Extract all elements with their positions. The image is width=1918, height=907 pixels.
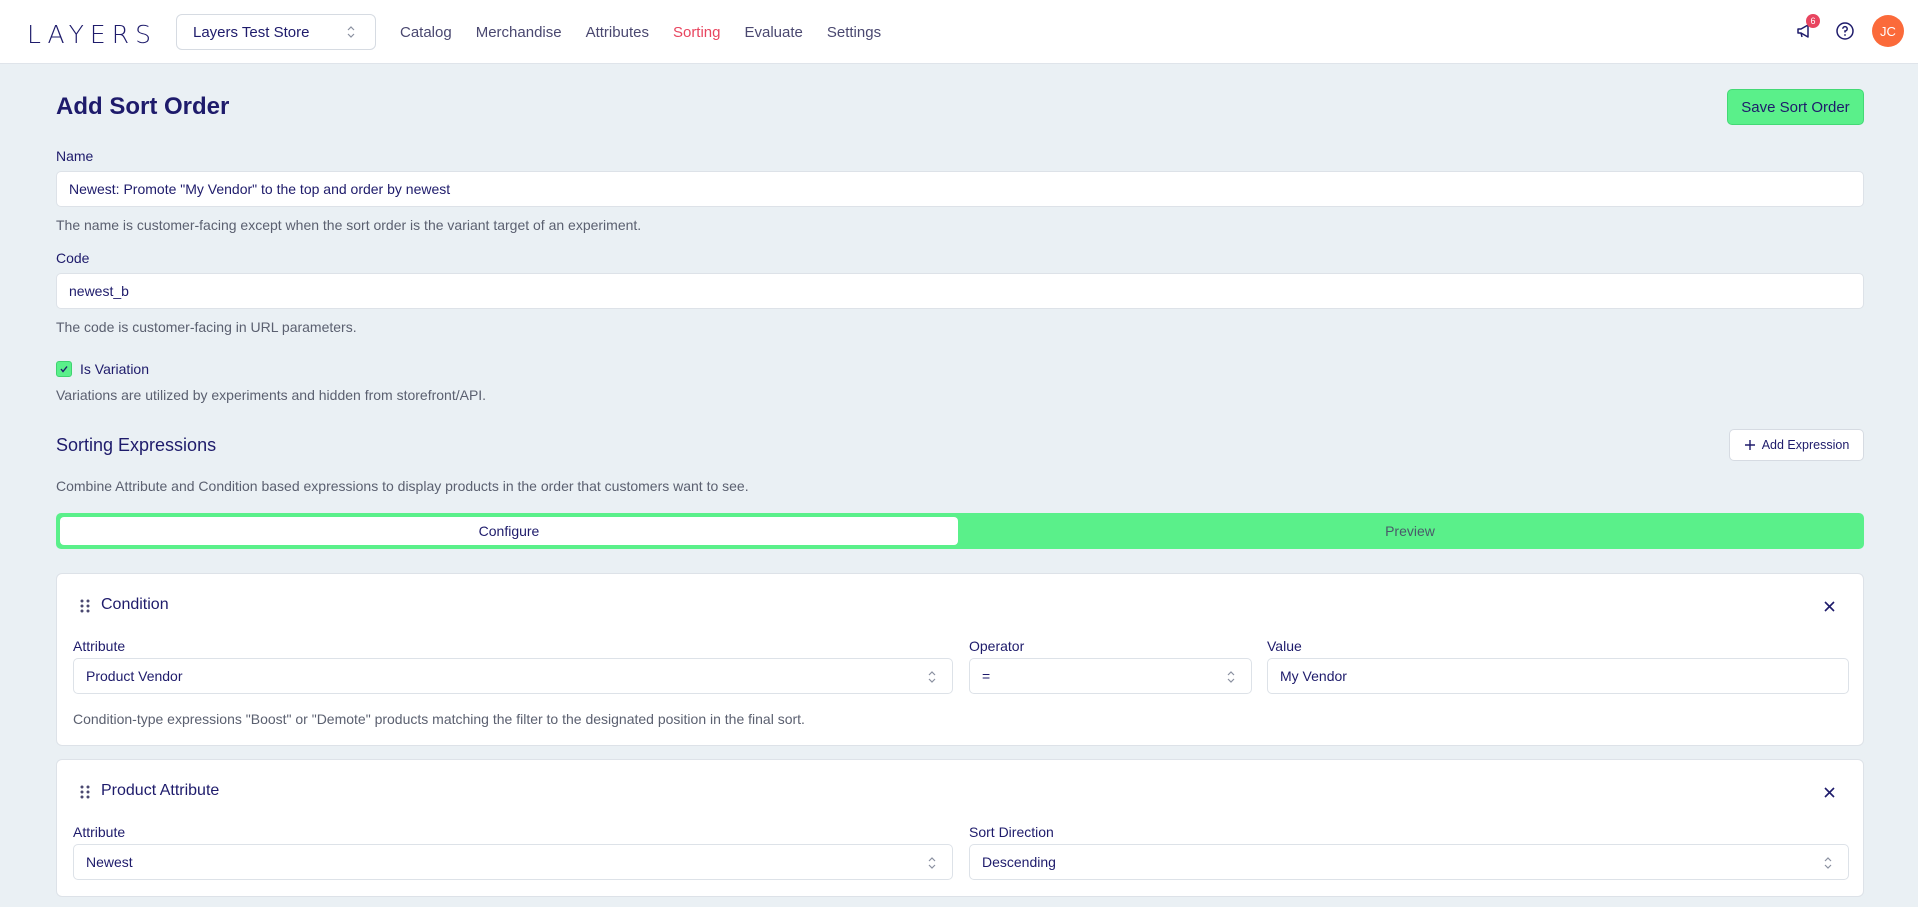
header-actions: 6 JC xyxy=(1792,14,1904,47)
chevron-up-down-icon xyxy=(1824,857,1832,869)
store-selector[interactable]: Layers Test Store xyxy=(176,14,376,50)
close-icon xyxy=(1823,600,1835,612)
operator-select[interactable]: = xyxy=(969,658,1252,694)
sorting-expressions-title: Sorting Expressions xyxy=(56,435,217,455)
save-sort-order-button[interactable]: Save Sort Order xyxy=(1727,89,1864,125)
product-attribute-label: Attribute xyxy=(73,824,126,840)
chevron-up-down-icon xyxy=(928,857,936,869)
drag-handle-icon[interactable] xyxy=(79,784,91,800)
help-button[interactable] xyxy=(1832,18,1858,44)
nav-catalog[interactable]: Catalog xyxy=(400,24,452,41)
sort-direction-label: Sort Direction xyxy=(969,824,1054,840)
condition-expression-card: Condition Attribute Product Vendor Opera… xyxy=(56,573,1864,746)
chevron-up-down-icon xyxy=(347,26,355,38)
add-expression-button[interactable]: Add Expression xyxy=(1729,429,1864,461)
name-label: Name xyxy=(56,148,94,164)
condition-card-title: Condition xyxy=(101,596,169,613)
top-navigation-bar: LAYERS Layers Test Store Catalog Merchan… xyxy=(0,0,1918,64)
user-avatar[interactable]: JC xyxy=(1872,15,1904,47)
page-title: Add Sort Order xyxy=(56,93,230,120)
value-label: Value xyxy=(1267,638,1302,654)
code-label: Code xyxy=(56,250,90,266)
condition-attribute-label: Attribute xyxy=(73,638,126,654)
configure-preview-tabs: Configure Preview xyxy=(56,513,1864,549)
chevron-up-down-icon xyxy=(928,671,936,683)
plus-icon xyxy=(1744,440,1755,450)
checkmark-icon xyxy=(60,366,68,373)
is-variation-help-text: Variations are utilized by experiments a… xyxy=(56,387,487,403)
code-input[interactable] xyxy=(56,273,1864,309)
operator-value: = xyxy=(982,668,991,684)
sorting-expressions-description: Combine Attribute and Condition based ex… xyxy=(56,478,749,494)
nav-attributes[interactable]: Attributes xyxy=(586,24,649,41)
tab-configure[interactable]: Configure xyxy=(60,517,958,545)
main-nav: Catalog Merchandise Attributes Sorting E… xyxy=(400,0,881,64)
add-expression-label: Add Expression xyxy=(1761,438,1850,452)
product-attribute-value: Newest xyxy=(86,854,133,870)
name-input[interactable] xyxy=(56,171,1864,207)
remove-product-attribute-button[interactable] xyxy=(1821,784,1837,800)
nav-evaluate[interactable]: Evaluate xyxy=(745,24,803,41)
name-help-text: The name is customer-facing except when … xyxy=(56,217,642,233)
nav-merchandise[interactable]: Merchandise xyxy=(476,24,562,41)
nav-sorting[interactable]: Sorting xyxy=(673,24,721,41)
condition-value-input[interactable] xyxy=(1267,658,1849,694)
code-help-text: The code is customer-facing in URL param… xyxy=(56,319,357,335)
notifications-badge: 6 xyxy=(1806,14,1820,28)
operator-label: Operator xyxy=(969,638,1025,654)
nav-settings[interactable]: Settings xyxy=(827,24,881,41)
sort-direction-select[interactable]: Descending xyxy=(969,844,1849,880)
product-attribute-card-title: Product Attribute xyxy=(101,782,220,799)
condition-attribute-select[interactable]: Product Vendor xyxy=(73,658,953,694)
help-circle-icon xyxy=(1836,22,1854,40)
chevron-up-down-icon xyxy=(1227,671,1235,683)
is-variation-checkbox[interactable] xyxy=(56,361,72,377)
drag-handle-icon[interactable] xyxy=(79,598,91,614)
remove-condition-button[interactable] xyxy=(1821,598,1837,614)
close-icon xyxy=(1823,786,1835,798)
condition-help-text: Condition-type expressions "Boost" or "D… xyxy=(73,711,805,727)
product-attribute-expression-card: Product Attribute Attribute Newest Sort … xyxy=(56,759,1864,897)
condition-attribute-value: Product Vendor xyxy=(86,668,183,684)
product-attribute-select[interactable]: Newest xyxy=(73,844,953,880)
layers-logo[interactable]: LAYERS xyxy=(27,20,157,49)
is-variation-label[interactable]: Is Variation xyxy=(80,361,149,377)
notifications-button[interactable]: 6 xyxy=(1792,14,1820,44)
tab-preview[interactable]: Preview xyxy=(960,517,1860,545)
store-selector-value: Layers Test Store xyxy=(193,23,310,41)
sort-direction-value: Descending xyxy=(982,854,1056,870)
